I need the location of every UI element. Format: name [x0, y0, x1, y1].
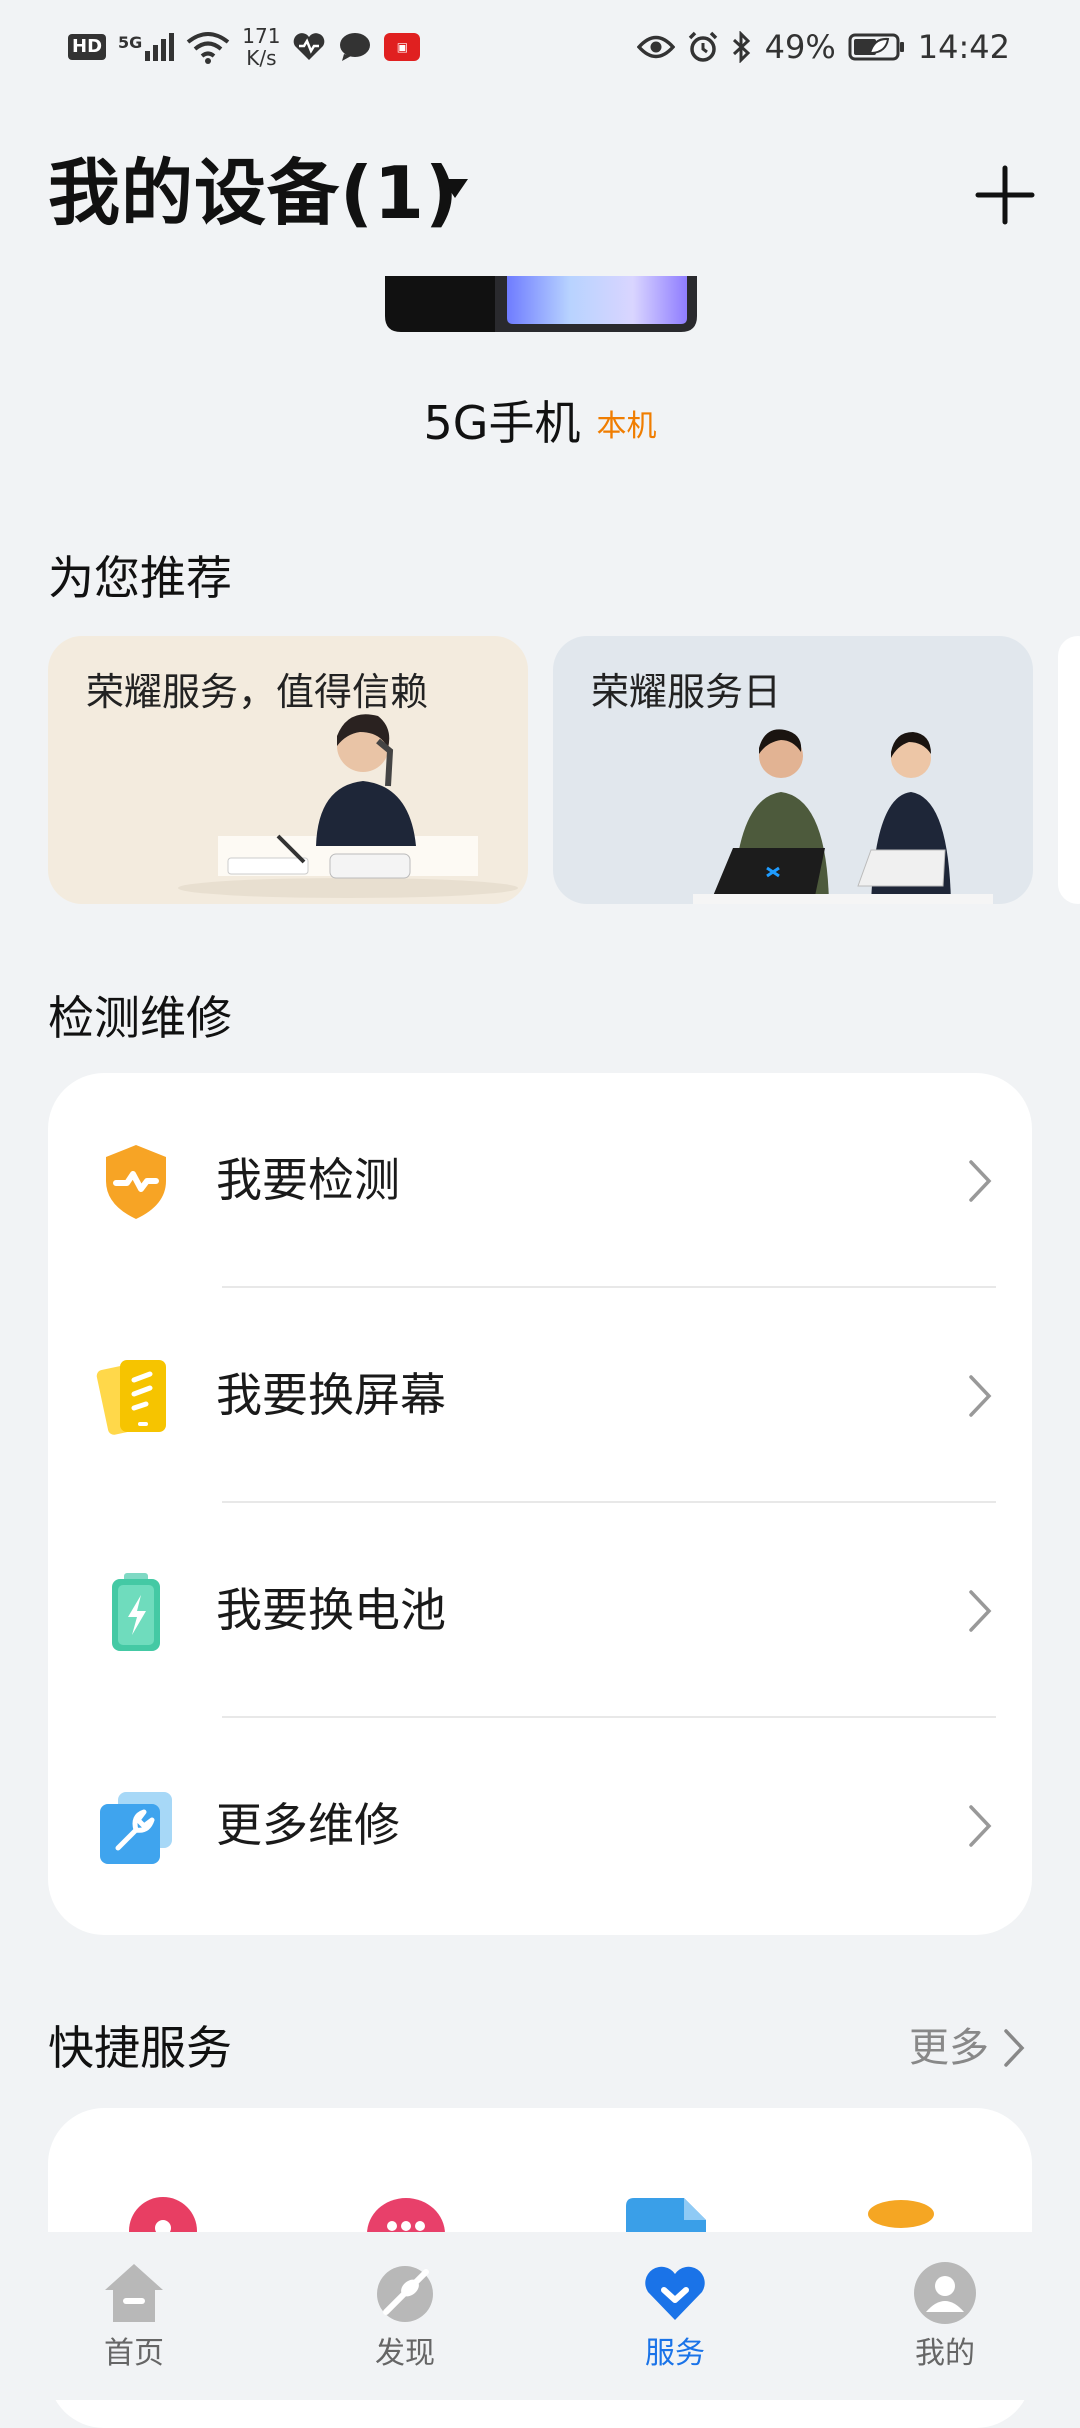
service-day-illustration [693, 729, 993, 904]
status-bar-right: 49% 14:42 [636, 22, 1010, 72]
nav-home[interactable]: 首页 [54, 2260, 214, 2390]
recommend-section-title: 为您推荐 [48, 551, 232, 605]
health-icon [294, 33, 325, 60]
service-heart-icon [645, 2266, 705, 2320]
repair-item-detect[interactable]: 我要检测 [48, 1073, 1032, 1288]
service-agent-illustration [178, 714, 518, 898]
nav-label: 首页 [104, 2336, 164, 2371]
nav-profile[interactable]: 我的 [865, 2260, 1025, 2390]
device-image[interactable] [383, 276, 699, 334]
wrench-icon [100, 1792, 172, 1864]
add-device-button[interactable] [970, 160, 1040, 230]
recommend-card-service[interactable]: 荣耀服务，值得信赖 [48, 636, 528, 904]
nav-label: 发现 [375, 2336, 435, 2371]
screen-icon [96, 1360, 166, 1435]
app-notification-icon: ▣ [384, 33, 421, 61]
device-name-row[interactable]: 5G手机 本机 [0, 392, 1080, 458]
page-title[interactable]: 我的设备(1) [48, 148, 459, 238]
chevron-right-icon [969, 1375, 992, 1417]
chevron-right-icon [969, 1590, 992, 1632]
device-name: 5G手机 [423, 396, 581, 450]
status-bar: HD 5G 171 K/s ▣ 49% 14:42 [0, 0, 1080, 90]
chevron-right-icon [969, 1160, 992, 1202]
recommend-card-partial[interactable] [1058, 636, 1080, 904]
nav-label: 我的 [915, 2336, 975, 2371]
battery-icon [848, 33, 904, 61]
signal-label: 5G [118, 33, 143, 52]
repair-item-label: 更多维修 [216, 1798, 400, 1852]
nav-service[interactable]: 服务 [595, 2260, 755, 2390]
shield-check-icon [106, 1145, 166, 1219]
status-bar-left: HD 5G 171 K/s ▣ [68, 22, 421, 72]
nav-discover[interactable]: 发现 [325, 2260, 485, 2390]
nav-label: 服务 [645, 2336, 705, 2371]
repair-item-battery[interactable]: 我要换电池 [48, 1503, 1032, 1718]
chevron-right-icon [969, 1805, 992, 1847]
quick-more-label: 更多 [909, 2025, 989, 2071]
repair-item-more[interactable]: 更多维修 [48, 1718, 1032, 1933]
dropdown-icon[interactable] [440, 176, 470, 200]
signal-icon: 5G [118, 33, 175, 61]
profile-icon [914, 2262, 976, 2324]
clock: 14:42 [917, 28, 1010, 66]
eye-comfort-icon [636, 35, 675, 59]
battery-icon [112, 1573, 160, 1651]
alarm-icon [688, 31, 717, 62]
net-speed: 171 K/s [242, 25, 280, 69]
this-device-tag: 本机 [596, 408, 657, 444]
quick-more-link[interactable]: 更多 [909, 2018, 1025, 2078]
message-icon [340, 33, 371, 61]
repair-item-label: 我要换屏幕 [216, 1368, 446, 1422]
net-speed-value: 171 [242, 24, 281, 48]
home-icon [105, 2264, 163, 2322]
battery-percent: 49% [764, 28, 836, 66]
repair-item-label: 我要检测 [216, 1153, 400, 1207]
repair-item-label: 我要换电池 [216, 1583, 446, 1637]
repair-card: 我要检测 我要换屏幕 我要换电池 更多维修 [48, 1073, 1032, 1935]
recommend-card-service-day[interactable]: 荣耀服务日 [553, 636, 1033, 904]
hd-indicator: HD [68, 34, 107, 60]
bottom-nav: 首页 发现 服务 我的 [0, 2232, 1080, 2400]
quick-section-title: 快捷服务 [48, 2021, 232, 2075]
net-speed-unit: K/s [246, 46, 277, 70]
repair-section-title: 检测维修 [48, 991, 232, 1045]
discover-icon [377, 2266, 433, 2322]
wifi-icon [187, 32, 230, 64]
repair-item-screen[interactable]: 我要换屏幕 [48, 1288, 1032, 1503]
bluetooth-icon [732, 31, 750, 63]
chevron-right-icon [1004, 2029, 1025, 2067]
